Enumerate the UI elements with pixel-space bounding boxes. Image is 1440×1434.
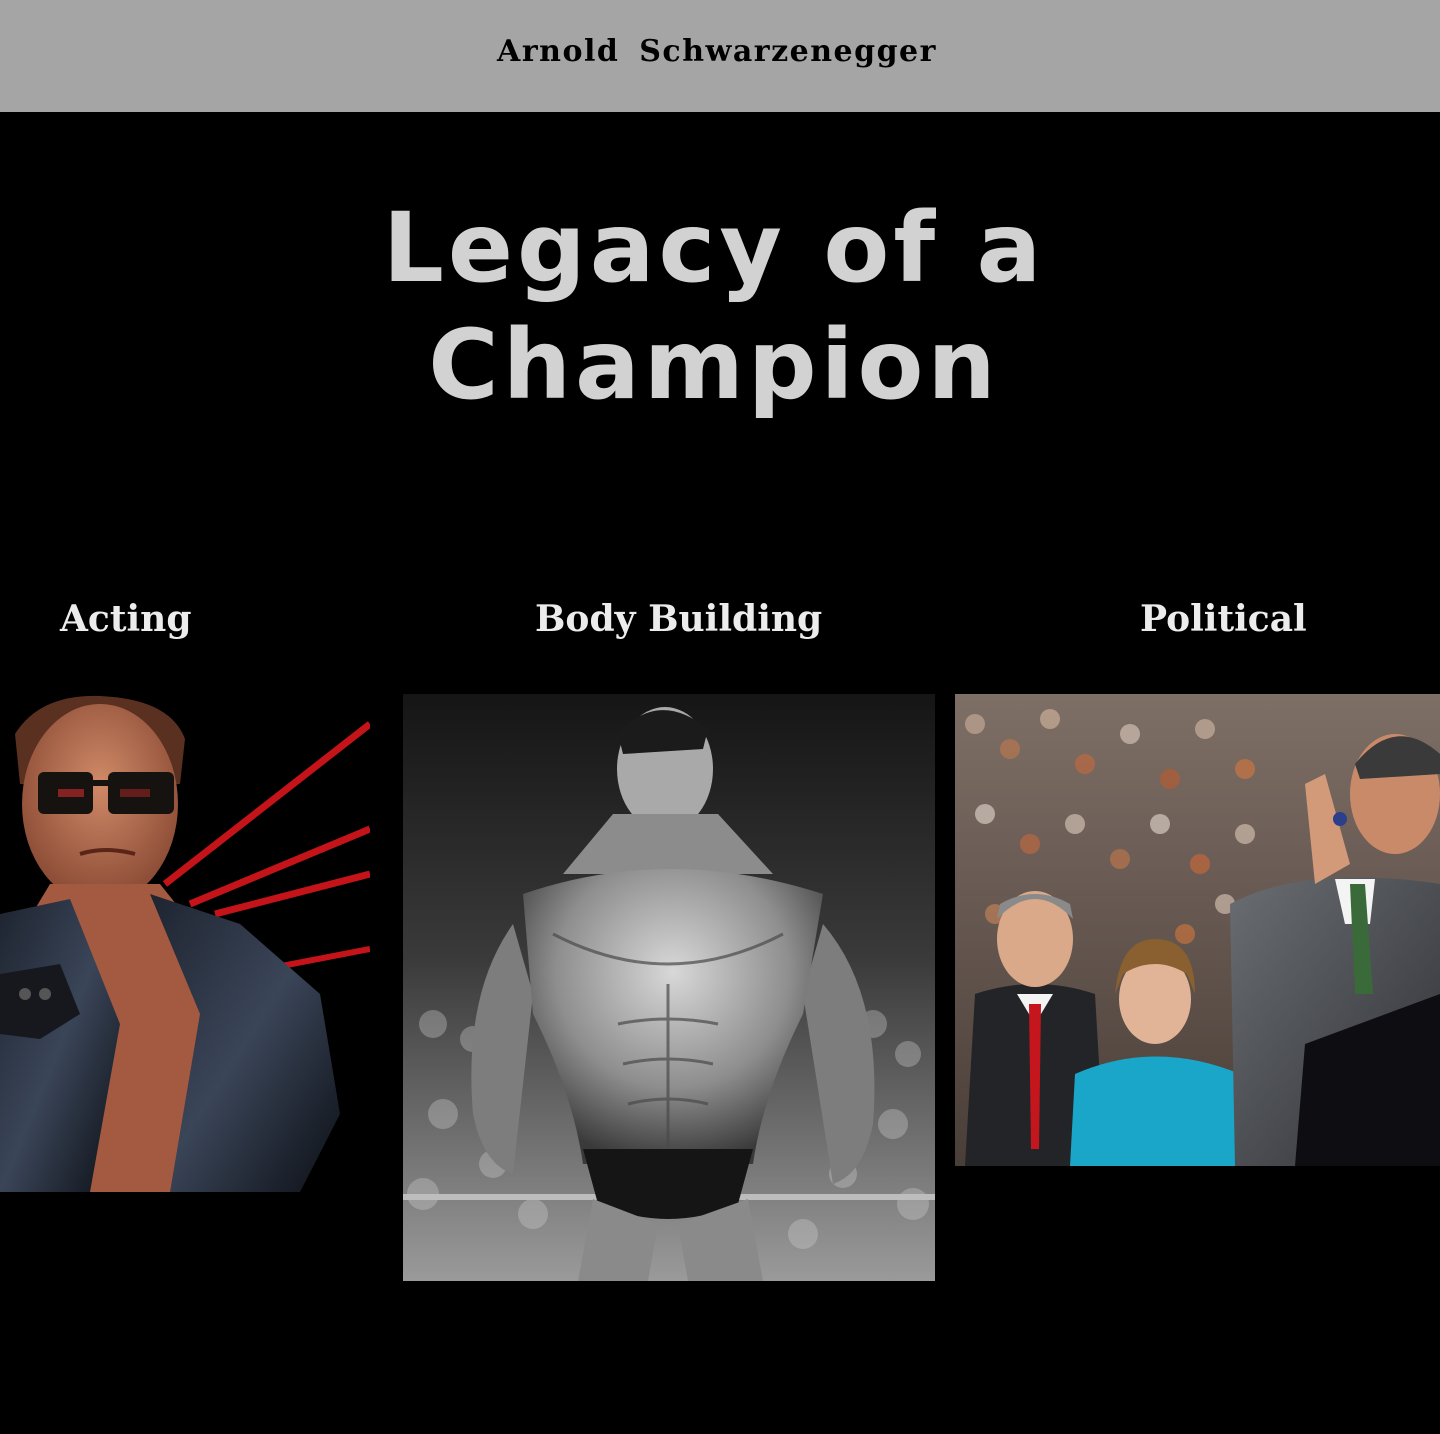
acting-photo-art <box>0 694 370 1192</box>
political-photo-art <box>955 694 1440 1166</box>
hero-title-line-2: Champion <box>428 309 1000 421</box>
acting-heading: Acting <box>60 598 192 640</box>
political-heading: Political <box>1140 598 1307 640</box>
top-bar: Arnold Schwarzenegger <box>0 0 1440 112</box>
political-photo <box>955 694 1440 1166</box>
bodybuilding-photo-art <box>403 694 935 1281</box>
acting-photo <box>0 694 370 1192</box>
bodybuilding-heading: Body Building <box>535 598 823 640</box>
brand-link[interactable]: Arnold Schwarzenegger <box>0 30 1434 74</box>
hero-title-line-1: Legacy of a <box>382 192 1046 304</box>
bodybuilding-photo <box>403 694 935 1281</box>
hero-title: Legacy of a Champion <box>0 190 1428 424</box>
